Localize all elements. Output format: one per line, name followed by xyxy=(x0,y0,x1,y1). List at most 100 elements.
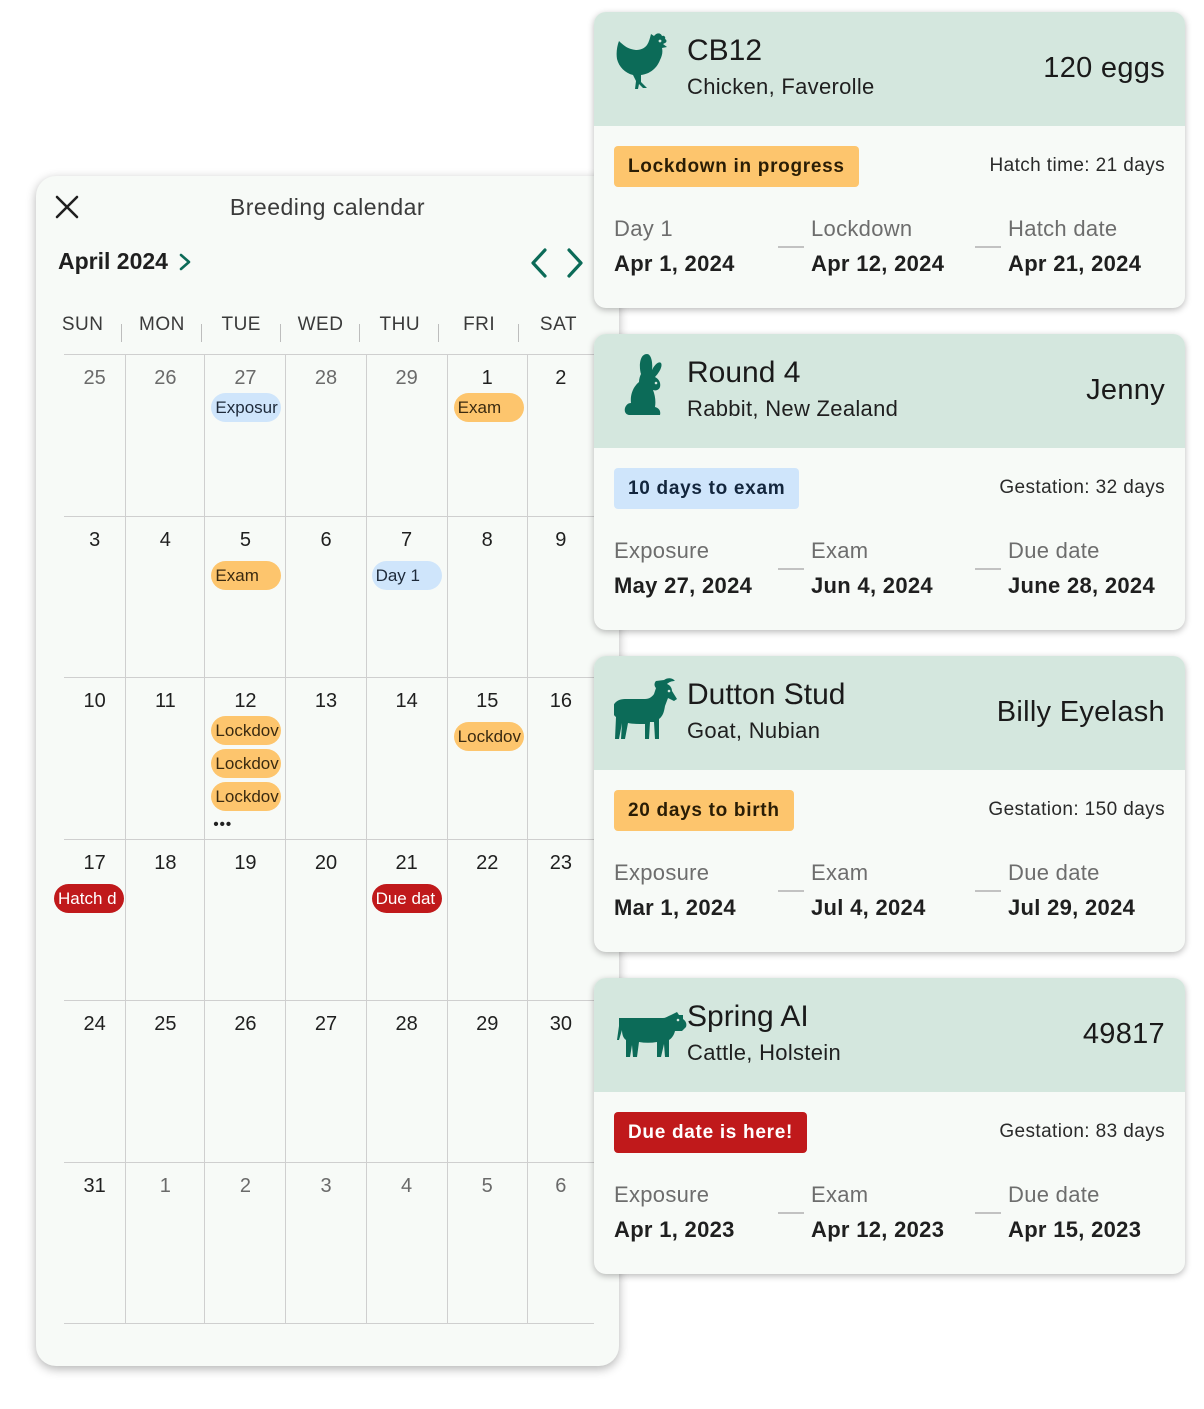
calendar-day-cell[interactable]: 25 xyxy=(126,1001,206,1162)
calendar-day-cell[interactable]: 25 xyxy=(64,355,127,516)
date-label: Due date xyxy=(1008,1182,1100,1207)
event-chip-day1[interactable]: Day 1 xyxy=(371,560,442,590)
calendar-day-cell[interactable]: 2 xyxy=(528,355,594,516)
calendar-day-cell[interactable]: 28 xyxy=(286,355,367,516)
card-header: CB12 Chicken, Faverolle 120 eggs xyxy=(594,12,1185,126)
status-badge: 20 days to birth xyxy=(614,790,794,831)
calendar-grid: 25 26 27 Exposur 28 29 1 Exam 2 3 4 5 Exam 6 7 Day 1891… xyxy=(54,354,594,1324)
chevron-right-icon xyxy=(179,253,191,270)
event-chip-lockdown[interactable]: Lockdov xyxy=(453,722,524,751)
card-name: Dutton Stud xyxy=(687,678,846,711)
breeding-card[interactable]: Spring AI Cattle, Holstein 49817 Due date i… xyxy=(594,978,1185,1274)
calendar-day-cell[interactable]: 26 xyxy=(126,355,206,516)
weekday-sat: SAT xyxy=(519,314,598,354)
breeding-card[interactable]: CB12 Chicken, Faverolle 120 eggs Lockdown i… xyxy=(594,12,1185,308)
date-value: June 28, 2024 xyxy=(1008,573,1155,598)
calendar-day-cell[interactable]: 17 Hatch d xyxy=(54,839,127,1000)
calendar-day-cell[interactable]: 2 xyxy=(205,1162,287,1323)
calendar-day-cell[interactable]: 28 xyxy=(367,1001,448,1162)
breeding-card[interactable]: Dutton Stud Goat, Nubian Billy Eyelash 20 d… xyxy=(594,656,1185,952)
day-number: 17 xyxy=(83,851,106,874)
calendar-day-cell[interactable]: 29 xyxy=(448,1001,528,1162)
calendar-day-cell[interactable]: 23 xyxy=(528,840,594,1001)
calendar-day-cell[interactable]: 5 Exam xyxy=(205,516,287,677)
calendar-day-cell[interactable]: 15 Lockdov xyxy=(448,678,528,839)
breeding-calendar-panel: Breeding calendar April 2024 SUN MON TUE… xyxy=(36,176,619,1366)
calendar-day-cell[interactable]: 18 xyxy=(126,839,206,1000)
date-label: Due date xyxy=(1008,860,1100,885)
card-name: CB12 xyxy=(687,34,763,67)
breeding-card[interactable]: Round 4 Rabbit, New Zealand Jenny 10 days t… xyxy=(594,334,1185,630)
calendar-day-cell[interactable]: 16 xyxy=(528,678,594,839)
calendar-day-cell[interactable]: 19 xyxy=(205,839,287,1000)
card-breed: Rabbit, New Zealand xyxy=(687,396,899,421)
date-column: Due date June 28, 2024 xyxy=(1008,538,1185,599)
calendar-day-cell[interactable]: 8 xyxy=(448,516,528,677)
date-column: Exposure May 27, 2024 xyxy=(614,538,794,599)
day-number: 2 xyxy=(239,1174,251,1197)
date-value: Mar 1, 2024 xyxy=(614,895,736,920)
month-selector[interactable]: April 2024 xyxy=(58,248,194,275)
date-value: Apr 15, 2023 xyxy=(1008,1217,1142,1242)
calendar-day-cell[interactable]: 14 xyxy=(367,678,448,839)
calendar-day-cell[interactable]: 11 xyxy=(126,678,206,839)
calendar-day-cell[interactable]: 24 xyxy=(64,1001,127,1162)
calendar-day-cell[interactable]: 27 xyxy=(286,1001,367,1162)
calendar-day-cell[interactable]: 3 xyxy=(64,516,127,677)
day-number: 1 xyxy=(159,1174,171,1197)
calendar-day-cell[interactable]: 4 xyxy=(367,1162,448,1323)
calendar-day-cell[interactable]: 6 xyxy=(528,1163,594,1324)
date-label: Exam xyxy=(811,1182,869,1207)
day-number: 11 xyxy=(154,690,176,712)
calendar-day-cell[interactable]: 22 xyxy=(448,839,528,1000)
calendar-day-cell[interactable]: 30 xyxy=(528,1001,594,1162)
card-name: Spring AI xyxy=(687,1000,809,1033)
calendar-day-cell[interactable]: 10 xyxy=(64,678,127,839)
event-chip-hatch[interactable]: Hatch d xyxy=(54,883,124,913)
event-chip-lockdown[interactable]: Lockdov xyxy=(211,749,282,778)
day-number: 27 xyxy=(234,367,257,389)
calendar-title: Breeding calendar xyxy=(229,194,426,220)
calendar-day-cell[interactable]: 13 xyxy=(286,678,367,839)
day-number: 3 xyxy=(320,1174,332,1197)
calendar-day-cell[interactable]: 20 xyxy=(286,839,367,1000)
weekday-label: SAT xyxy=(539,314,577,335)
calendar-day-cell[interactable]: 27 Exposur xyxy=(205,355,287,516)
event-chip-lockdown[interactable]: Lockdov xyxy=(211,782,282,811)
calendar-week-row: 10 11 12 Lockdov Lockdov Lockdov ••• 13 14 15 Lock… xyxy=(64,677,594,839)
weekday-sun: SUN xyxy=(43,314,123,354)
calendar-day-cell[interactable]: 1 xyxy=(126,1162,206,1323)
calendar-day-cell[interactable]: 4 xyxy=(126,516,206,677)
calendar-day-cell[interactable]: 6 xyxy=(286,516,367,677)
event-chip-lockdown[interactable]: Lockdov xyxy=(211,716,282,745)
date-label: Exposure xyxy=(614,1182,710,1207)
day-number: 21 xyxy=(395,851,418,874)
date-label: Exam xyxy=(811,860,869,885)
weekday-label: FRI xyxy=(463,314,496,335)
calendar-day-cell[interactable]: 1 Exam xyxy=(448,355,528,516)
calendar-day-cell[interactable]: 26 xyxy=(205,1001,287,1162)
calendar-day-cell[interactable]: 21 Due dat xyxy=(367,839,448,1000)
calendar-day-cell[interactable]: 5 xyxy=(448,1162,528,1323)
event-chip-exam[interactable]: Exam xyxy=(453,393,524,422)
next-month-button[interactable] xyxy=(562,246,588,280)
period-label: Gestation: 32 days xyxy=(999,477,1165,498)
date-column: Lockdown Apr 12, 2024 xyxy=(811,216,991,277)
date-label: Day 1 xyxy=(614,216,673,241)
calendar-day-cell[interactable]: 29 xyxy=(367,355,448,516)
card-breed: Goat, Nubian xyxy=(687,718,821,743)
calendar-day-cell[interactable]: 3 xyxy=(286,1162,367,1323)
event-chip-exam[interactable]: Exam xyxy=(211,560,282,590)
period-label: Gestation: 83 days xyxy=(999,1121,1165,1142)
calendar-day-cell[interactable]: 12 Lockdov Lockdov Lockdov ••• xyxy=(205,678,287,839)
event-chip-exposure[interactable]: Exposur xyxy=(211,393,282,422)
calendar-day-cell[interactable]: 7 Day 1 xyxy=(367,516,448,677)
calendar-day-cell[interactable]: 9 xyxy=(528,517,594,678)
day-number: 22 xyxy=(476,851,499,874)
calendar-day-cell[interactable]: 31 xyxy=(64,1162,127,1323)
day-number: 5 xyxy=(481,1174,493,1197)
event-chip-due[interactable]: Due dat xyxy=(371,883,442,913)
previous-month-button[interactable] xyxy=(526,246,552,280)
date-value: Jun 4, 2024 xyxy=(811,573,933,598)
more-events-indicator[interactable]: ••• xyxy=(213,816,232,833)
